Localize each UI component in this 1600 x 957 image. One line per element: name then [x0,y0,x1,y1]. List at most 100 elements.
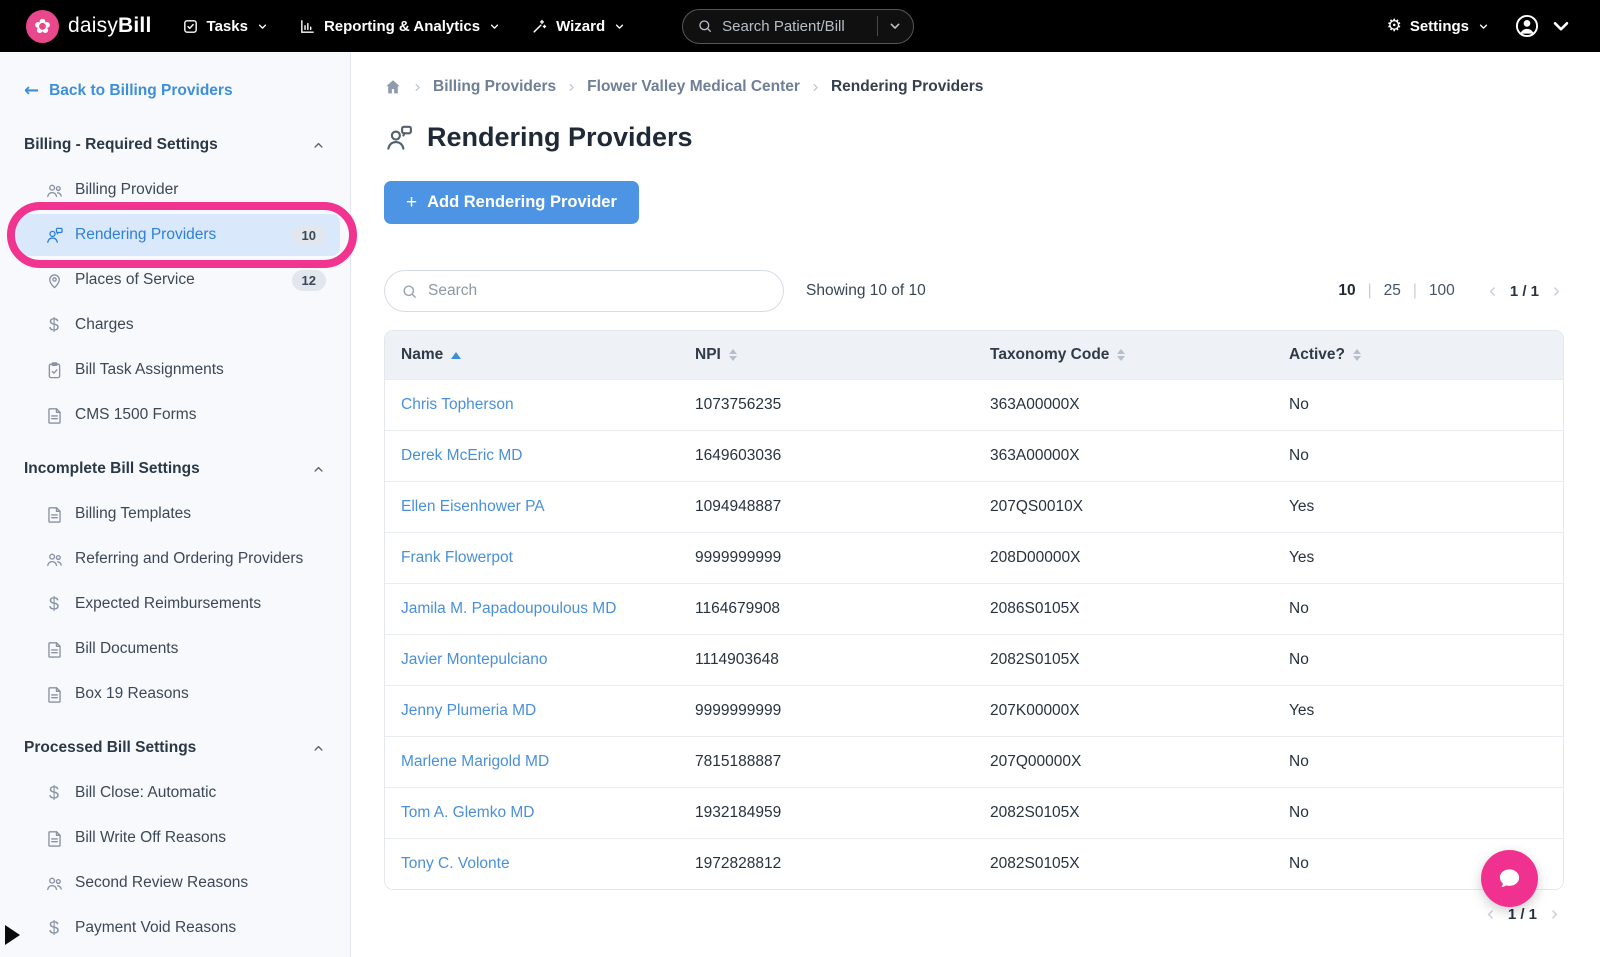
search-icon [401,283,418,300]
sidebar-item-label: Billing Provider [75,181,178,199]
sidebar-item-referring-and-ordering-providers[interactable]: Referring and Ordering Providers [16,538,340,580]
daisy-flower-icon: ✿ [26,10,59,43]
sidebar-item-cms-1500-forms[interactable]: CMS 1500 Forms [16,394,340,436]
sidebar-item-bill-documents[interactable]: Bill Documents [16,628,340,670]
account-menu[interactable] [1514,13,1574,39]
sidebar-item-payment-void-reasons[interactable]: $ Payment Void Reasons [16,907,340,949]
map-pin-icon [44,271,64,290]
breadcrumb-flower-valley[interactable]: Flower Valley Medical Center [587,78,800,96]
sidebar-item-label: Box 19 Reasons [75,685,189,703]
sidebar-section: Incomplete Bill Settings Billing Templat… [0,448,350,715]
page-size-selector: 10 | 25 | 100 [1338,282,1454,300]
sidebar-item-charges[interactable]: $ Charges [16,304,340,346]
npi-cell: 1649603036 [679,447,974,465]
sidebar-item-label: Billing Templates [75,505,191,523]
add-rendering-provider-button[interactable]: + Add Rendering Provider [384,181,639,224]
sidebar-item-bill-write-off-reasons[interactable]: Bill Write Off Reasons [16,817,340,859]
sidebar-item-label: Expected Reimbursements [75,595,261,613]
provider-name-link[interactable]: Jenny Plumeria MD [401,702,536,719]
sidebar-section-header-billing-required-settings[interactable]: Billing - Required Settings [0,124,350,166]
sidebar-item-bill-close-automatic[interactable]: $ Bill Close: Automatic [16,772,340,814]
document-icon [44,829,64,848]
menu-wizard[interactable]: Wizard [531,18,626,35]
taxonomy-cell: 2082S0105X [974,804,1273,822]
sidebar-item-second-review-reasons[interactable]: Second Review Reasons [16,862,340,904]
page-size-10[interactable]: 10 [1338,282,1355,300]
sidebar-section-items: Billing Provider Rendering Providers 10 … [0,169,350,436]
prev-page-icon[interactable] [1485,284,1500,299]
sidebar-item-label: Referring and Ordering Providers [75,550,303,568]
sidebar-section-header-incomplete-bill-settings[interactable]: Incomplete Bill Settings [0,448,350,490]
menu-reporting-label: Reporting & Analytics [324,18,480,35]
sidebar-item-box-19-reasons[interactable]: Box 19 Reasons [16,673,340,715]
sidebar-item-label: Charges [75,316,134,334]
npi-cell: 1164679908 [679,600,974,618]
next-page-icon[interactable] [1547,907,1562,922]
provider-name-link[interactable]: Frank Flowerpot [401,549,513,566]
column-header-name[interactable]: Name [385,346,679,364]
pagination-top: 1 / 1 [1485,283,1564,300]
dollar-icon: $ [44,316,64,334]
sidebar-section-header-processed-bill-settings[interactable]: Processed Bill Settings [0,727,350,769]
sidebar-section: Processed Bill Settings $ Bill Close: Au… [0,727,350,949]
npi-cell: 1094948887 [679,498,974,516]
provider-name-link[interactable]: Derek McEric MD [401,447,522,464]
sort-icon [1353,349,1361,361]
search-divider [877,16,878,36]
daisybill-logo[interactable]: ✿ daisyBill [26,10,152,43]
page-size-25[interactable]: 25 [1384,282,1401,300]
column-header-taxonomy[interactable]: Taxonomy Code [974,346,1273,364]
sidebar-item-billing-templates[interactable]: Billing Templates [16,493,340,535]
page-size-100[interactable]: 100 [1429,282,1455,300]
sidebar-item-bill-task-assignments[interactable]: Bill Task Assignments [16,349,340,391]
page-title: Rendering Providers [427,122,693,153]
active-cell: No [1273,600,1563,618]
provider-name-link[interactable]: Tom A. Glemko MD [401,804,535,821]
sidebar-section-title: Processed Bill Settings [24,739,196,757]
user-avatar-icon [1514,13,1540,39]
gear-icon: ⚙ [1387,18,1402,35]
npi-cell: 1114903648 [679,651,974,669]
column-header-npi[interactable]: NPI [679,346,974,364]
team-icon [44,181,64,200]
column-header-active[interactable]: Active? [1273,346,1563,364]
taxonomy-cell: 207QS0010X [974,498,1273,516]
menu-reporting-analytics[interactable]: Reporting & Analytics [299,18,501,35]
menu-tasks[interactable]: Tasks [182,18,269,35]
search-input[interactable] [428,282,767,300]
chevron-up-icon [311,741,326,756]
provider-name-link[interactable]: Jamila M. Papadoupoulous MD [401,600,616,617]
provider-name-link[interactable]: Javier Montepulciano [401,651,547,668]
patient-bill-search[interactable]: Search Patient/Bill [682,9,914,44]
provider-name-link[interactable]: Ellen Eisenhower PA [401,498,545,515]
back-to-billing-providers-link[interactable]: ← Back to Billing Providers [0,66,350,112]
settings-label: Settings [1410,18,1469,35]
sidebar-item-places-of-service[interactable]: Places of Service 12 [16,259,340,301]
column-label: Active? [1289,346,1345,364]
team-icon [44,550,64,569]
sidebar-sections: Billing - Required Settings Billing Prov… [0,124,350,949]
active-cell: Yes [1273,702,1563,720]
search-icon [697,18,713,34]
sidebar-item-billing-provider[interactable]: Billing Provider [16,169,340,211]
top-nav: ✿ daisyBill Tasks Reporting & Analytics … [0,0,1600,52]
dollar-icon: $ [44,919,64,937]
settings-menu[interactable]: ⚙ Settings [1387,18,1490,35]
dollar-icon: $ [44,595,64,613]
provider-name-link[interactable]: Tony C. Volonte [401,855,510,872]
sidebar-item-rendering-providers[interactable]: Rendering Providers 10 [16,214,340,256]
clipboard-icon [44,361,64,380]
sidebar-item-expected-reimbursements[interactable]: $ Expected Reimbursements [16,583,340,625]
next-page-icon[interactable] [1549,284,1564,299]
left-arrow-icon: ← [24,82,39,100]
provider-name-link[interactable]: Marlene Marigold MD [401,753,549,770]
breadcrumb-billing-providers[interactable]: Billing Providers [433,78,556,96]
taxonomy-cell: 2082S0105X [974,651,1273,669]
document-icon [44,685,64,704]
home-icon[interactable] [384,78,402,96]
prev-page-icon[interactable] [1483,907,1498,922]
table-row-jenny-plumeria-md: Jenny Plumeria MD 9999999999 207K00000X … [385,685,1563,736]
sidebar-section-title: Incomplete Bill Settings [24,460,200,478]
chat-launcher-button[interactable] [1481,850,1538,907]
provider-name-link[interactable]: Chris Topherson [401,396,514,413]
